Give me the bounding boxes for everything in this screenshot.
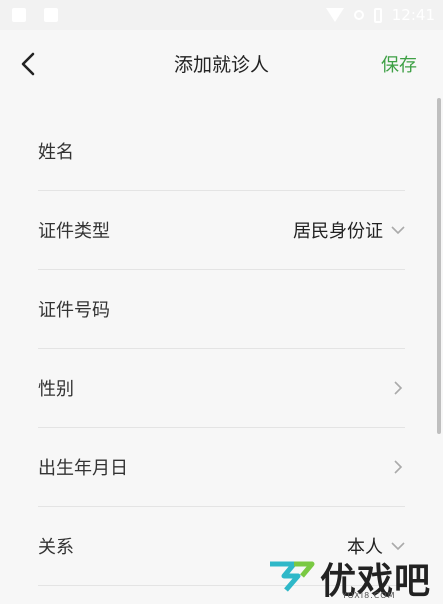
id-type-select[interactable]: 证件类型 居民身份证: [38, 191, 405, 270]
watermark-subtext: YOXI8.COM: [342, 591, 396, 600]
battery-icon: [373, 7, 382, 23]
chevron-right-icon: [391, 381, 405, 395]
gender-label: 性别: [38, 379, 74, 400]
id-number-label: 证件号码: [38, 300, 110, 321]
scrollbar[interactable]: [437, 98, 441, 434]
chevron-right-icon: [391, 460, 405, 474]
chevron-down-icon: [391, 539, 405, 553]
save-button[interactable]: 保存: [381, 51, 417, 77]
watermark: 优戏吧 YOXI8.COM: [262, 552, 443, 602]
chevron-down-icon: [391, 223, 405, 237]
status-time: 12:41: [391, 6, 435, 24]
notification-icon: [12, 8, 26, 22]
signal-icon: [353, 10, 364, 20]
patient-form: 姓名 证件类型 居民身份证 证件号码 性别 出生年月日 关系 本人: [0, 112, 443, 586]
relationship-label: 关系: [38, 537, 74, 558]
name-field[interactable]: 姓名: [38, 112, 405, 191]
watermark-logo-icon: [270, 561, 315, 592]
navigation-bar: 添加就诊人 保存: [0, 30, 443, 98]
id-number-field[interactable]: 证件号码: [38, 270, 405, 349]
id-type-value: 居民身份证: [293, 221, 383, 242]
gender-select[interactable]: 性别: [38, 349, 405, 428]
id-type-label: 证件类型: [38, 221, 110, 242]
status-bar: 12:41: [0, 0, 443, 30]
name-label: 姓名: [38, 142, 74, 163]
app-notification-icon: [44, 8, 58, 22]
birthdate-select[interactable]: 出生年月日: [38, 428, 405, 507]
birthdate-label: 出生年月日: [38, 458, 128, 479]
wifi-icon: [325, 8, 344, 22]
page-title: 添加就诊人: [173, 54, 269, 76]
